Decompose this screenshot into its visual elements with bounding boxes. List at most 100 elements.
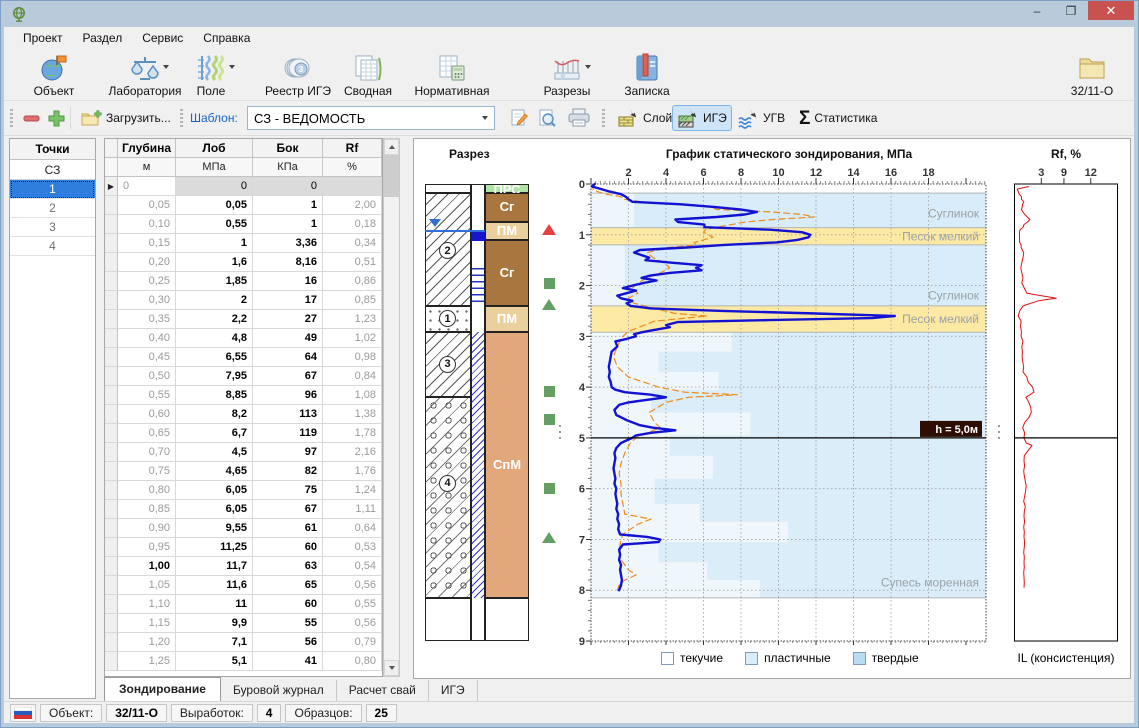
toolbar-button-Записка[interactable]: Записка xyxy=(616,51,678,99)
table-cell[interactable]: 65 xyxy=(253,576,323,595)
minimize-button[interactable]: – xyxy=(1020,1,1054,20)
table-cell[interactable]: 6,05 xyxy=(176,481,253,500)
row-header-cell[interactable] xyxy=(105,443,118,462)
table-cell[interactable]: 2,2 xyxy=(176,310,253,329)
ugv-button[interactable]: УГВ xyxy=(732,105,790,131)
table-row[interactable]: 0,352,2271,23 xyxy=(105,310,382,329)
table-units-row[interactable]: мМПаКПа% xyxy=(105,158,382,177)
row-header-cell[interactable] xyxy=(105,139,118,158)
table-cell[interactable]: 0,05 xyxy=(118,196,176,215)
table-cell[interactable]: 0,80 xyxy=(323,652,382,671)
table-cell[interactable]: 55 xyxy=(253,614,323,633)
table-cell[interactable]: Rf xyxy=(323,139,382,158)
table-cell[interactable]: 2,16 xyxy=(323,443,382,462)
close-button[interactable]: ✕ xyxy=(1088,1,1134,20)
edit-template-button[interactable] xyxy=(504,105,534,131)
table-cell[interactable]: 0,86 xyxy=(323,272,382,291)
table-cell[interactable]: 0,25 xyxy=(118,272,176,291)
toolbar-button-Разрезы[interactable]: Разрезы xyxy=(534,51,600,99)
table-cell[interactable]: 1 xyxy=(253,196,323,215)
table-cell[interactable]: Бок xyxy=(253,139,323,158)
table-cell[interactable]: 16 xyxy=(253,272,323,291)
table-row[interactable]: 0,806,05751,24 xyxy=(105,481,382,500)
table-row[interactable]: 0,656,71191,78 xyxy=(105,424,382,443)
table-row[interactable]: 0,704,5972,16 xyxy=(105,443,382,462)
table-cell[interactable]: 60 xyxy=(253,538,323,557)
table-cell[interactable]: 1 xyxy=(176,234,253,253)
table-cell[interactable]: 0,70 xyxy=(118,443,176,462)
table-cell[interactable]: 1,6 xyxy=(176,253,253,272)
table-cell[interactable]: 8,16 xyxy=(253,253,323,272)
menu-item-Раздел[interactable]: Раздел xyxy=(74,29,132,47)
table-cell[interactable]: 60 xyxy=(253,595,323,614)
table-cell[interactable]: 0,34 xyxy=(323,234,382,253)
statistics-button[interactable]: Σ Статистика xyxy=(794,105,882,131)
table-cell[interactable]: 61 xyxy=(253,519,323,538)
table-header-row[interactable]: ГлубинаЛобБокRf xyxy=(105,139,382,158)
table-row[interactable]: 0,100,5510,18 xyxy=(105,215,382,234)
tab-Зондирование[interactable]: Зондирование xyxy=(104,677,221,701)
table-cell[interactable]: 5,1 xyxy=(176,652,253,671)
row-header-cell[interactable] xyxy=(105,424,118,443)
table-cell[interactable]: 6,7 xyxy=(176,424,253,443)
legend-checkbox[interactable] xyxy=(745,652,758,665)
table-cell[interactable]: 63 xyxy=(253,557,323,576)
table-cell[interactable]: 0,54 xyxy=(323,557,382,576)
table-row[interactable]: 0,456,55640,98 xyxy=(105,348,382,367)
table-cell[interactable]: 67 xyxy=(253,367,323,386)
table-cell[interactable]: 4,65 xyxy=(176,462,253,481)
toolbar-button-Объект[interactable]: Объект xyxy=(22,51,86,99)
preview-button[interactable] xyxy=(532,105,562,131)
point-item-2[interactable]: 2 xyxy=(10,199,95,218)
table-cell[interactable]: 0,10 xyxy=(118,215,176,234)
project-folder-button[interactable]: 32/11-О xyxy=(1056,51,1128,99)
row-header-cell[interactable] xyxy=(105,272,118,291)
row-header-cell[interactable] xyxy=(105,405,118,424)
print-button[interactable] xyxy=(562,105,596,131)
row-header-cell[interactable] xyxy=(105,291,118,310)
menu-item-Справка[interactable]: Справка xyxy=(194,29,259,47)
table-cell[interactable]: МПа xyxy=(176,158,253,177)
table-cell[interactable]: 27 xyxy=(253,310,323,329)
table-cell[interactable]: 11,6 xyxy=(176,576,253,595)
table-cell[interactable]: 1,85 xyxy=(176,272,253,291)
table-cell[interactable]: 3,36 xyxy=(253,234,323,253)
table-row[interactable]: 0,608,21131,38 xyxy=(105,405,382,424)
table-cell[interactable]: 0 xyxy=(176,177,253,196)
table-cell[interactable]: 1,78 xyxy=(323,424,382,443)
table-row[interactable]: 1,1011600,55 xyxy=(105,595,382,614)
table-cell[interactable]: 0,79 xyxy=(323,633,382,652)
table-cell[interactable]: 0,35 xyxy=(118,310,176,329)
table-cell[interactable]: 2 xyxy=(176,291,253,310)
table-cell[interactable]: 1,08 xyxy=(323,386,382,405)
table-row[interactable]: 1,0011,7630,54 xyxy=(105,557,382,576)
splitter-handle[interactable] xyxy=(559,425,561,441)
table-cell[interactable]: 9,55 xyxy=(176,519,253,538)
table-row[interactable]: 1,0511,6650,56 xyxy=(105,576,382,595)
table-cell[interactable]: 1,76 xyxy=(323,462,382,481)
table-row[interactable]: 0,1513,360,34 xyxy=(105,234,382,253)
row-header-cell[interactable] xyxy=(105,329,118,348)
table-cell[interactable]: 1,23 xyxy=(323,310,382,329)
row-header-cell[interactable] xyxy=(105,462,118,481)
point-item-1[interactable]: 1 xyxy=(10,180,95,199)
table-row[interactable]: 0,251,85160,86 xyxy=(105,272,382,291)
row-header-cell[interactable] xyxy=(105,234,118,253)
table-row[interactable]: 0,302170,85 xyxy=(105,291,382,310)
table-cell[interactable]: 0,85 xyxy=(118,500,176,519)
table-row[interactable]: 0,909,55610,64 xyxy=(105,519,382,538)
toolbar-button-Нормативная[interactable]: Нормативная xyxy=(407,51,497,99)
legend-checkbox[interactable] xyxy=(661,652,674,665)
table-cell[interactable]: 75 xyxy=(253,481,323,500)
toolbar-button-Лаборатория[interactable]: Лаборатория xyxy=(99,51,191,99)
table-cell[interactable]: 0,20 xyxy=(118,253,176,272)
table-row[interactable]: 0,558,85961,08 xyxy=(105,386,382,405)
legend-checkbox[interactable] xyxy=(853,652,866,665)
table-cell[interactable]: 1,02 xyxy=(323,329,382,348)
table-row[interactable]: 0,050,0512,00 xyxy=(105,196,382,215)
table-cell[interactable]: 67 xyxy=(253,500,323,519)
table-cell[interactable]: 17 xyxy=(253,291,323,310)
table-cell[interactable] xyxy=(323,177,382,196)
table-cell[interactable]: 119 xyxy=(253,424,323,443)
table-cell[interactable]: 11,25 xyxy=(176,538,253,557)
